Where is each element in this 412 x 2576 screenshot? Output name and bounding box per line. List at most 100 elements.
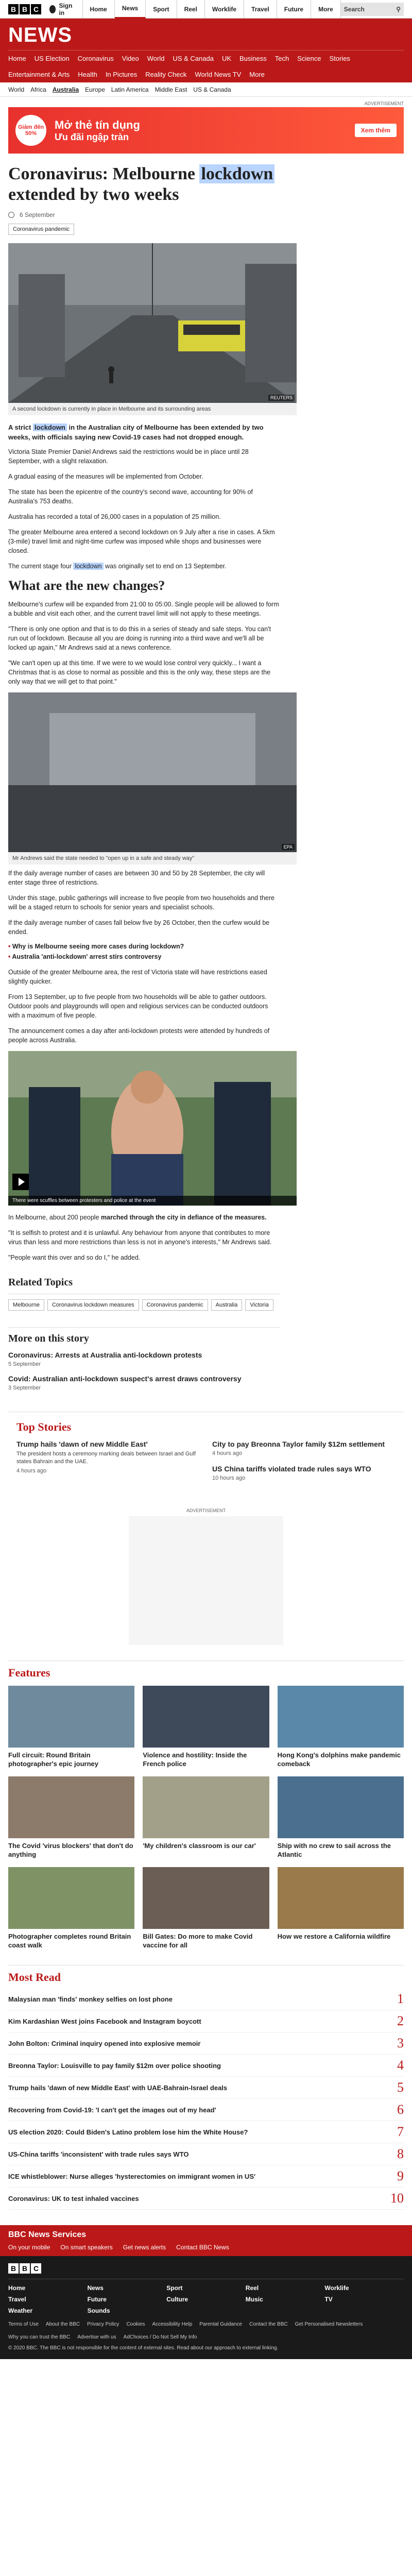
most-read-item[interactable]: John Bolton: Criminal inquiry opened int…: [8, 2032, 404, 2055]
footer-nav-item[interactable]: Reel: [246, 2284, 325, 2292]
subnav-africa[interactable]: Africa: [30, 86, 46, 93]
subnav-world[interactable]: World: [8, 86, 24, 93]
feature-title[interactable]: Violence and hostility: Inside the Frenc…: [143, 1751, 269, 1768]
subnav-europe[interactable]: Europe: [85, 86, 105, 93]
news-nav-item[interactable]: In Pictures: [106, 66, 142, 82]
video-player[interactable]: There were scuffles between protesters a…: [8, 1051, 297, 1206]
news-nav-item[interactable]: Health: [78, 66, 102, 82]
footer-link[interactable]: Cookies: [126, 2321, 145, 2327]
footer-link[interactable]: Advertise with us: [77, 2334, 116, 2340]
news-nav-item[interactable]: Science: [297, 50, 326, 66]
top-nav-future[interactable]: Future: [277, 0, 312, 19]
feature-title[interactable]: Bill Gates: Do more to make Covid vaccin…: [143, 1932, 269, 1950]
topic-tag[interactable]: Coronavirus pandemic: [8, 224, 75, 235]
top-nav-travel[interactable]: Travel: [244, 0, 277, 19]
top-story-title[interactable]: US China tariffs violated trade rules sa…: [212, 1465, 396, 1473]
feature-card[interactable]: Bill Gates: Do more to make Covid vaccin…: [143, 1867, 269, 1950]
ad-cta-button[interactable]: Xem thêm: [354, 124, 397, 137]
footer-link[interactable]: Privacy Policy: [87, 2321, 119, 2327]
news-nav-item[interactable]: Stories: [329, 50, 355, 66]
most-read-item[interactable]: ICE whistleblower: Nurse alleges 'hyster…: [8, 2165, 404, 2188]
most-read-item[interactable]: US election 2020: Could Biden's Latino p…: [8, 2121, 404, 2143]
feature-card[interactable]: The Covid 'virus blockers' that don't do…: [8, 1776, 135, 1859]
most-read-item-title[interactable]: ICE whistleblower: Nurse alleges 'hyster…: [8, 2173, 255, 2180]
news-nav-item[interactable]: More: [249, 66, 270, 82]
feature-title[interactable]: How we restore a California wildfire: [278, 1932, 404, 1941]
footer-link[interactable]: AdChoices / Do Not Sell My Info: [124, 2334, 197, 2340]
footer-nav-item[interactable]: Sport: [166, 2284, 246, 2292]
feature-card[interactable]: How we restore a California wildfire: [277, 1867, 404, 1950]
footer-nav-item[interactable]: Music: [246, 2296, 325, 2303]
top-story-title[interactable]: City to pay Breonna Taylor family $12m s…: [212, 1440, 396, 1448]
service-alerts[interactable]: Get news alerts: [123, 2244, 166, 2251]
footer-link[interactable]: Accessibility Help: [152, 2321, 192, 2327]
feature-title[interactable]: Photographer completes round Britain coa…: [8, 1932, 134, 1950]
footer-nav-item[interactable]: Weather: [8, 2307, 88, 2314]
service-mobile[interactable]: On your mobile: [8, 2244, 50, 2251]
most-read-item[interactable]: Breonna Taylor: Louisville to pay family…: [8, 2055, 404, 2077]
ad-slot[interactable]: [129, 1516, 283, 1645]
inline-link[interactable]: marched through the city in defiance of …: [101, 1214, 267, 1221]
footer-nav-item[interactable]: Future: [88, 2296, 167, 2303]
service-smart-speakers[interactable]: On smart speakers: [60, 2244, 112, 2251]
search-icon[interactable]: ⚲: [396, 6, 401, 13]
bbc-logo[interactable]: BBC: [8, 2263, 404, 2274]
news-nav-item[interactable]: Video: [122, 50, 144, 66]
feature-card[interactable]: Hong Kong's dolphins make pandemic comeb…: [277, 1686, 404, 1768]
related-link[interactable]: Australia 'anti-lockdown' arrest stirs c…: [8, 953, 280, 960]
bbc-logo[interactable]: BBC: [8, 4, 41, 14]
story-title[interactable]: Covid: Australian anti-lockdown suspect'…: [8, 1375, 280, 1383]
news-nav-item[interactable]: World News TV: [195, 66, 246, 82]
subnav-australia[interactable]: Australia: [53, 86, 79, 93]
news-nav-item[interactable]: Reality Check: [145, 66, 192, 82]
feature-title[interactable]: 'My children's classroom is our car': [143, 1841, 269, 1850]
footer-link[interactable]: Why you can trust the BBC: [8, 2334, 70, 2340]
feature-title[interactable]: Full circuit: Round Britain photographer…: [8, 1751, 134, 1768]
feature-card[interactable]: Ship with no crew to sail across the Atl…: [277, 1776, 404, 1859]
footer-link[interactable]: Get Personalised Newsletters: [295, 2321, 363, 2327]
feature-title[interactable]: Hong Kong's dolphins make pandemic comeb…: [278, 1751, 404, 1768]
story-item[interactable]: Covid: Australian anti-lockdown suspect'…: [8, 1375, 280, 1391]
news-title[interactable]: NEWS: [8, 19, 404, 50]
most-read-item-title[interactable]: Trump hails 'dawn of new Middle East' wi…: [8, 2084, 227, 2092]
news-nav-item[interactable]: Coronavirus: [78, 50, 119, 66]
news-nav-item[interactable]: US & Canada: [173, 50, 219, 66]
top-story[interactable]: City to pay Breonna Taylor family $12m s…: [212, 1440, 396, 1456]
footer-link[interactable]: Parental Guidance: [199, 2321, 242, 2327]
footer-nav-item[interactable]: TV: [324, 2296, 404, 2303]
play-icon[interactable]: [12, 1174, 29, 1190]
feature-title[interactable]: The Covid 'virus blockers' that don't do…: [8, 1841, 134, 1859]
most-read-item[interactable]: Trump hails 'dawn of new Middle East' wi…: [8, 2077, 404, 2099]
most-read-item[interactable]: Coronavirus: UK to test inhaled vaccines…: [8, 2188, 404, 2210]
footer-nav-item[interactable]: Sounds: [88, 2307, 167, 2314]
related-tag[interactable]: Coronavirus lockdown measures: [47, 1299, 139, 1311]
service-contact[interactable]: Contact BBC News: [176, 2244, 229, 2251]
most-read-item[interactable]: Recovering from Covid-19: 'I can't get t…: [8, 2099, 404, 2121]
most-read-item-title[interactable]: Kim Kardashian West joins Facebook and I…: [8, 2018, 201, 2025]
signin-link[interactable]: Sign in: [49, 0, 83, 19]
feature-card[interactable]: 'My children's classroom is our car': [143, 1776, 269, 1859]
subnav-us-canada[interactable]: US & Canada: [193, 86, 231, 93]
top-story-title[interactable]: Trump hails 'dawn of new Middle East': [16, 1440, 200, 1448]
feature-title[interactable]: Ship with no crew to sail across the Atl…: [278, 1841, 404, 1859]
most-read-item-title[interactable]: John Bolton: Criminal inquiry opened int…: [8, 2040, 200, 2047]
news-nav-item[interactable]: Tech: [275, 50, 294, 66]
story-item[interactable]: Coronavirus: Arrests at Australia anti-l…: [8, 1351, 280, 1367]
top-nav-home[interactable]: Home: [83, 0, 115, 19]
news-nav-item[interactable]: US Election: [35, 50, 75, 66]
feature-card[interactable]: Violence and hostility: Inside the Frenc…: [143, 1686, 269, 1768]
ad-banner[interactable]: Giảm đến 50% Mở thẻ tín dụng Ưu đãi ngập…: [8, 107, 404, 154]
most-read-item-title[interactable]: Coronavirus: UK to test inhaled vaccines: [8, 2195, 139, 2202]
news-nav-item[interactable]: World: [147, 50, 170, 66]
top-story[interactable]: Trump hails 'dawn of new Middle East' Th…: [16, 1440, 200, 1474]
top-nav-more[interactable]: More: [311, 0, 341, 19]
footer-nav-item[interactable]: News: [88, 2284, 167, 2292]
footer-nav-item[interactable]: Home: [8, 2284, 88, 2292]
feature-card[interactable]: Full circuit: Round Britain photographer…: [8, 1686, 135, 1768]
most-read-item-title[interactable]: US election 2020: Could Biden's Latino p…: [8, 2128, 248, 2136]
top-nav-reel[interactable]: Reel: [177, 0, 205, 19]
story-title[interactable]: Coronavirus: Arrests at Australia anti-l…: [8, 1351, 280, 1359]
subnav-middle-east[interactable]: Middle East: [155, 86, 187, 93]
feature-card[interactable]: Photographer completes round Britain coa…: [8, 1867, 135, 1950]
subnav-latin-america[interactable]: Latin America: [111, 86, 149, 93]
